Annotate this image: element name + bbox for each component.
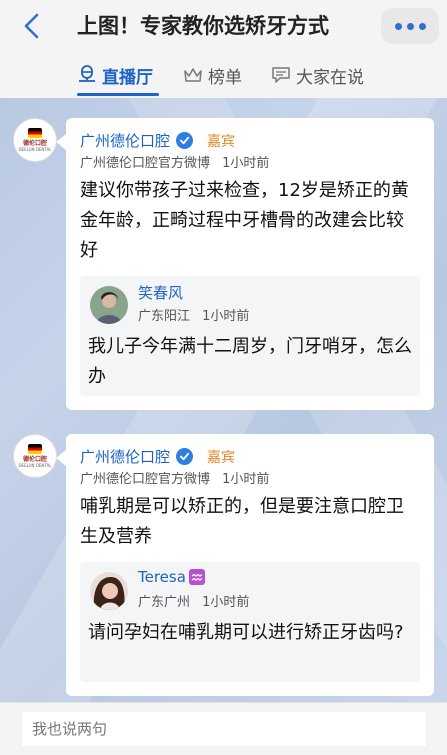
tab-label: 榜单 — [208, 67, 242, 88]
live-feed[interactable]: 德伦口腔 DEELUN DENTAL 广州德伦口腔 嘉宾 广州德伦口腔官方微博 … — [0, 98, 447, 702]
aquarius-badge-icon — [188, 569, 205, 585]
crown-icon — [184, 68, 202, 82]
reply-location: 广东广州 — [138, 595, 191, 610]
chevron-left-icon — [24, 13, 39, 39]
reply-location: 广东阳江 — [138, 309, 191, 324]
live-mic-icon — [79, 65, 95, 82]
guest-badge: 嘉宾 — [207, 449, 236, 466]
active-tab-indicator — [77, 93, 159, 96]
reply-time: 1小时前 — [202, 595, 250, 610]
quoted-question[interactable]: 笑春风 广东阳江 1小时前 我儿子今年满十二周岁，门牙哨牙，怎么办 — [80, 276, 420, 396]
logo-text: 德伦口腔 — [22, 456, 47, 463]
tab-bar: 直播厅 榜单 大家在说 — [0, 52, 447, 98]
avatar[interactable]: 德伦口腔 DEELUN DENTAL — [13, 118, 57, 162]
post-card: 广州德伦口腔 嘉宾 广州德伦口腔官方微博 1小时前 哺乳期是可以矫正的，但是要注… — [56, 434, 434, 696]
avatar[interactable] — [90, 286, 128, 324]
author-row: 广州德伦口腔 嘉宾 — [80, 130, 235, 151]
post-content: 建议你带孩子过来检查，12岁是矫正的黄金年龄，正畸过程中牙槽骨的改建会比较好 — [80, 180, 409, 261]
post-source: 广州德伦口腔官方微博 — [80, 472, 211, 487]
verified-icon — [176, 132, 194, 149]
reply-meta: 广东阳江 1小时前 — [138, 305, 249, 324]
reply-meta: 广东广州 1小时前 — [138, 591, 249, 610]
reply-author[interactable]: 笑春风 — [138, 282, 183, 303]
tab-live-hall[interactable]: 直播厅 — [77, 60, 153, 90]
more-button[interactable] — [381, 8, 439, 44]
comment-input[interactable] — [22, 712, 426, 746]
author-name[interactable]: 广州德伦口腔 — [80, 130, 170, 151]
post-meta: 广州德伦口腔官方微博 1小时前 — [80, 152, 269, 171]
more-dots-icon — [394, 22, 402, 30]
tab-label: 大家在说 — [296, 67, 364, 88]
logo-subtext: DEELUN DENTAL — [18, 463, 52, 468]
post-time: 1小时前 — [222, 472, 270, 487]
chat-icon — [272, 67, 290, 83]
logo-subtext: DEELUN DENTAL — [18, 147, 52, 152]
flag-icon — [28, 128, 42, 138]
author-row: 广州德伦口腔 嘉宾 — [80, 446, 235, 467]
logo-text: 德伦口腔 — [22, 140, 47, 147]
tab-ranking[interactable]: 榜单 — [183, 60, 242, 90]
reply-time: 1小时前 — [202, 309, 250, 324]
post-source: 广州德伦口腔官方微博 — [80, 156, 211, 171]
tab-discussion[interactable]: 大家在说 — [271, 60, 364, 90]
reply-author-row: Teresa — [138, 568, 205, 586]
reply-content: 我儿子今年满十二周岁，门牙哨牙，怎么办 — [88, 336, 412, 387]
verified-icon — [176, 448, 194, 465]
post-meta: 广州德伦口腔官方微博 1小时前 — [80, 468, 269, 487]
flag-icon — [28, 444, 42, 454]
guest-badge: 嘉宾 — [207, 133, 236, 150]
reply-author[interactable]: Teresa — [138, 568, 186, 586]
post-time: 1小时前 — [222, 156, 270, 171]
top-bar: 上图！专家教你选矫牙方式 — [0, 0, 447, 52]
comment-bar — [0, 702, 447, 755]
avatar[interactable]: 德伦口腔 DEELUN DENTAL — [13, 434, 57, 478]
back-button[interactable] — [14, 10, 48, 42]
page-title: 上图！专家教你选矫牙方式 — [77, 14, 329, 38]
tab-label: 直播厅 — [102, 67, 153, 88]
post-card: 广州德伦口腔 嘉宾 广州德伦口腔官方微博 1小时前 建议你带孩子过来检查，12岁… — [56, 118, 434, 410]
avatar[interactable] — [90, 572, 128, 610]
author-name[interactable]: 广州德伦口腔 — [80, 446, 170, 467]
quoted-question[interactable]: Teresa 广东广州 1小时前 请问孕妇在哺乳期可以进行矫正牙齿吗? — [80, 562, 420, 682]
reply-content: 请问孕妇在哺乳期可以进行矫正牙齿吗? — [88, 622, 404, 643]
post-content: 哺乳期是可以矫正的，但是要注意口腔卫生及营养 — [80, 496, 404, 547]
